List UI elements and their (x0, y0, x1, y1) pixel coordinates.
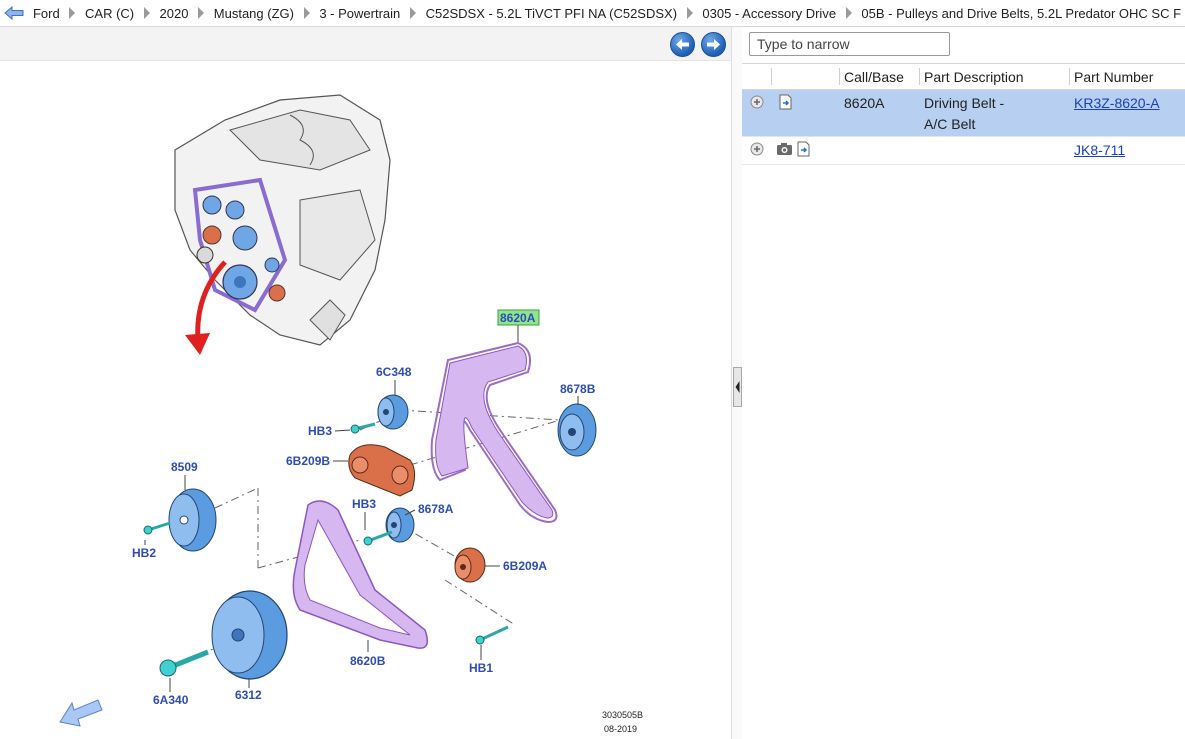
breadcrumb-item-make[interactable]: Ford (29, 6, 64, 21)
callout-6b209a[interactable]: 6B209A (503, 559, 547, 573)
document-link-icon[interactable] (778, 94, 794, 110)
tensioner-6b209a[interactable] (454, 547, 486, 583)
chevron-right-icon (192, 0, 209, 26)
table-row[interactable]: 8620A Driving Belt - A/C Belt KR3Z-8620-… (742, 90, 1185, 137)
callout-8509[interactable]: 8509 (171, 460, 198, 474)
breadcrumb-item-year[interactable]: 2020 (156, 6, 193, 21)
next-illustration-button[interactable] (701, 32, 726, 57)
chevron-right-icon (681, 0, 698, 26)
callout-8620b[interactable]: 8620B (350, 654, 386, 668)
expand-row-icon[interactable] (750, 95, 764, 109)
document-link-icon[interactable] (796, 141, 812, 157)
callout-6c348[interactable]: 6C348 (376, 365, 412, 379)
chevron-right-icon (840, 0, 857, 26)
column-divider (771, 68, 772, 85)
parts-grid: Call/Base Part Description Part Number 8… (742, 63, 1185, 165)
chevron-right-icon (64, 0, 81, 26)
column-header-part-number[interactable]: Part Number (1074, 69, 1153, 85)
callout-hb3-upper[interactable]: HB3 (308, 424, 332, 438)
idler-pulley-6c348[interactable] (377, 394, 409, 430)
callout-hb1[interactable]: HB1 (469, 661, 493, 675)
bolt-hb3-upper[interactable] (350, 422, 376, 434)
arrow-head-icon (185, 333, 210, 355)
splitter-handle[interactable] (733, 367, 742, 407)
breadcrumb-item-engine[interactable]: C52SDSX - 5.2L TiVCT PFI NA (C52SDSX) (422, 6, 681, 21)
row-description-line1: Driving Belt - (924, 95, 1005, 111)
belt-8620a-body (435, 345, 554, 519)
column-divider (919, 68, 920, 85)
callout-8678b[interactable]: 8678B (560, 382, 596, 396)
callout-6b209b[interactable]: 6B209B (286, 454, 330, 468)
breadcrumb-item-model[interactable]: Mustang (ZG) (210, 6, 298, 21)
bolt-6a340[interactable] (159, 649, 209, 677)
row-call-base: 8620A (844, 95, 885, 111)
breadcrumb-item-group[interactable]: 3 - Powertrain (315, 6, 404, 21)
callout-8620a[interactable]: 8620A (500, 311, 536, 325)
collapse-left-icon (735, 381, 740, 393)
part-number-link[interactable]: KR3Z-8620-A (1074, 95, 1160, 111)
part-number-link[interactable]: JK8-711 (1074, 142, 1125, 158)
pulley-8509[interactable] (168, 488, 217, 552)
previous-illustration-button[interactable] (670, 32, 695, 57)
tensioner-6b209b[interactable] (348, 444, 416, 497)
illustration-date: 08-2019 (604, 724, 637, 734)
illustration-code: 3030505B (602, 710, 643, 720)
callout-8678a[interactable]: 8678A (418, 502, 454, 516)
arrow-right-icon (707, 39, 720, 50)
engine-overview-illustration (174, 94, 391, 346)
filter-input[interactable] (749, 32, 950, 56)
column-divider (1069, 68, 1070, 85)
exploded-parts-diagram[interactable]: 8620A 6C348 8678B HB3 6B209B 8509 HB3 86… (0, 61, 731, 739)
illustration-pane: 8620A 6C348 8678B HB3 6B209B 8509 HB3 86… (0, 27, 731, 739)
parts-list-pane: Call/Base Part Description Part Number 8… (742, 27, 1185, 739)
breadcrumb-item-class[interactable]: CAR (C) (81, 6, 138, 21)
column-header-part-description[interactable]: Part Description (924, 69, 1024, 85)
expand-row-icon[interactable] (750, 142, 764, 156)
row-description-line2: A/C Belt (924, 116, 976, 132)
crankshaft-damper-6312[interactable] (211, 590, 288, 680)
bolt-hb1[interactable] (475, 625, 509, 645)
breadcrumb: Ford CAR (C) 2020 Mustang (ZG) 3 - Power… (0, 0, 1185, 27)
callout-6312[interactable]: 6312 (235, 688, 262, 702)
scroll-down-left-arrow-icon[interactable] (59, 699, 103, 727)
callout-hb2[interactable]: HB2 (132, 546, 156, 560)
arrow-left-icon (676, 39, 689, 50)
bolt-hb2[interactable] (143, 521, 171, 535)
back-button[interactable] (0, 0, 29, 26)
camera-icon[interactable] (776, 142, 793, 156)
table-row[interactable]: JK8-711 (742, 137, 1185, 165)
idler-pulley-8678b[interactable] (557, 403, 597, 457)
breadcrumb-item-illustration[interactable]: 05B - Pulleys and Drive Belts, 5.2L Pred… (857, 6, 1185, 21)
bolt-hb3-lower[interactable] (363, 530, 393, 546)
chevron-right-icon (138, 0, 155, 26)
back-arrow-icon (4, 6, 24, 20)
chevron-right-icon (404, 0, 421, 26)
callout-6a340[interactable]: 6A340 (153, 693, 189, 707)
column-divider (839, 68, 840, 85)
illustration-toolbar (0, 27, 731, 61)
callout-hb3-lower[interactable]: HB3 (352, 497, 376, 511)
column-header-call-base[interactable]: Call/Base (844, 69, 904, 85)
breadcrumb-item-subgroup[interactable]: 0305 - Accessory Drive (698, 6, 840, 21)
grid-header: Call/Base Part Description Part Number (742, 63, 1185, 90)
chevron-right-icon (298, 0, 315, 26)
